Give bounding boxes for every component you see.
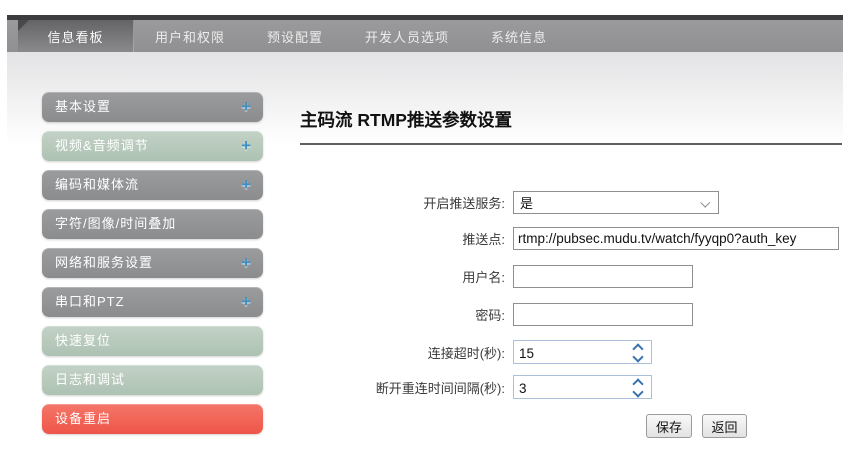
plus-icon[interactable]: + bbox=[241, 131, 252, 161]
sidebar-item-label: 字符/图像/时间叠加 bbox=[55, 216, 176, 231]
spinner-control[interactable] bbox=[632, 379, 644, 397]
title-divider bbox=[300, 143, 842, 145]
row-password: 密码: bbox=[300, 303, 860, 326]
sidebar-item-log-debug[interactable]: 日志和调试 bbox=[42, 365, 263, 395]
top-navbar: 信息看板 用户和权限 预设配置 开发人员选项 系统信息 bbox=[7, 15, 843, 52]
tab-label: 预设配置 bbox=[267, 27, 323, 46]
sidebar-item-label: 编码和媒体流 bbox=[55, 177, 139, 192]
page-title: 主码流 RTMP推送参数设置 bbox=[300, 107, 512, 132]
tab-system-info[interactable]: 系统信息 bbox=[470, 20, 568, 52]
connect-timeout-input[interactable] bbox=[514, 342, 631, 364]
tab-users-permissions[interactable]: 用户和权限 bbox=[134, 20, 246, 52]
push-service-selected-value: 是 bbox=[514, 193, 533, 212]
push-service-select[interactable]: 是 bbox=[513, 191, 719, 214]
sidebar-item-label: 串口和PTZ bbox=[55, 294, 125, 309]
tab-label: 系统信息 bbox=[491, 27, 547, 46]
row-username: 用户名: bbox=[300, 265, 860, 288]
chevron-down-icon bbox=[700, 198, 710, 208]
sidebar-item-text-image-time-overlay[interactable]: 字符/图像/时间叠加 bbox=[42, 209, 263, 239]
device-config-page: 信息看板 用户和权限 预设配置 开发人员选项 系统信息 基本设置 + 视频&音频… bbox=[0, 0, 867, 460]
push-point-input[interactable] bbox=[513, 227, 839, 250]
sidebar-item-label: 日志和调试 bbox=[55, 372, 125, 387]
plus-icon[interactable]: + bbox=[241, 170, 252, 200]
row-reconnect-interval: 断开重连时间间隔(秒): bbox=[300, 375, 860, 399]
sidebar-item-basic-settings[interactable]: 基本设置 + bbox=[42, 92, 263, 122]
tab-preset-config[interactable]: 预设配置 bbox=[246, 20, 344, 52]
username-label: 用户名: bbox=[300, 267, 513, 286]
sidebar-item-label: 快速复位 bbox=[55, 333, 111, 348]
sidebar-item-label: 网络和服务设置 bbox=[55, 255, 153, 270]
sidebar-item-serial-ptz[interactable]: 串口和PTZ + bbox=[42, 287, 263, 317]
tab-developer-options[interactable]: 开发人员选项 bbox=[344, 20, 470, 52]
sidebar-menu: 基本设置 + 视频&音频调节 + 编码和媒体流 + 字符/图像/时间叠加 网络和… bbox=[42, 92, 263, 443]
sidebar-item-quick-reset[interactable]: 快速复位 bbox=[42, 326, 263, 356]
row-push-point: 推送点: bbox=[300, 227, 860, 250]
sidebar-item-label: 视频&音频调节 bbox=[55, 138, 149, 153]
password-label: 密码: bbox=[300, 305, 513, 324]
push-point-label: 推送点: bbox=[300, 229, 513, 248]
save-button[interactable]: 保存 bbox=[646, 414, 692, 438]
spinner-control[interactable] bbox=[632, 344, 644, 362]
push-service-label: 开启推送服务: bbox=[300, 193, 513, 212]
reconnect-interval-label: 断开重连时间间隔(秒): bbox=[300, 378, 513, 397]
back-button[interactable]: 返回 bbox=[702, 414, 747, 438]
plus-icon[interactable]: + bbox=[241, 248, 252, 278]
sidebar-item-label: 设备重启 bbox=[55, 411, 111, 426]
sidebar-item-label: 基本设置 bbox=[55, 99, 111, 114]
sidebar-item-video-audio-adjust[interactable]: 视频&音频调节 + bbox=[42, 131, 263, 161]
username-input[interactable] bbox=[513, 265, 693, 288]
spinner-down-icon[interactable] bbox=[632, 351, 643, 362]
reconnect-interval-stepper bbox=[513, 375, 652, 399]
tab-label: 开发人员选项 bbox=[365, 27, 449, 46]
row-push-service: 开启推送服务: 是 bbox=[300, 191, 860, 214]
spinner-down-icon[interactable] bbox=[632, 386, 643, 397]
tab-info-dashboard[interactable]: 信息看板 bbox=[18, 20, 134, 52]
plus-icon[interactable]: + bbox=[241, 287, 252, 317]
reconnect-interval-input[interactable] bbox=[514, 377, 631, 399]
password-input[interactable] bbox=[513, 303, 693, 326]
tab-label: 信息看板 bbox=[47, 27, 103, 46]
row-connect-timeout: 连接超时(秒): bbox=[300, 340, 860, 364]
connect-timeout-stepper bbox=[513, 340, 652, 364]
nav-tabs: 信息看板 用户和权限 预设配置 开发人员选项 系统信息 bbox=[7, 20, 843, 52]
sidebar-item-device-reboot[interactable]: 设备重启 bbox=[42, 404, 263, 434]
sidebar-item-encoding-media-stream[interactable]: 编码和媒体流 + bbox=[42, 170, 263, 200]
plus-icon[interactable]: + bbox=[241, 92, 252, 122]
active-tab-wedge-decoration bbox=[18, 20, 29, 31]
connect-timeout-label: 连接超时(秒): bbox=[300, 343, 513, 362]
sidebar-item-network-service-settings[interactable]: 网络和服务设置 + bbox=[42, 248, 263, 278]
tab-label: 用户和权限 bbox=[155, 27, 225, 46]
